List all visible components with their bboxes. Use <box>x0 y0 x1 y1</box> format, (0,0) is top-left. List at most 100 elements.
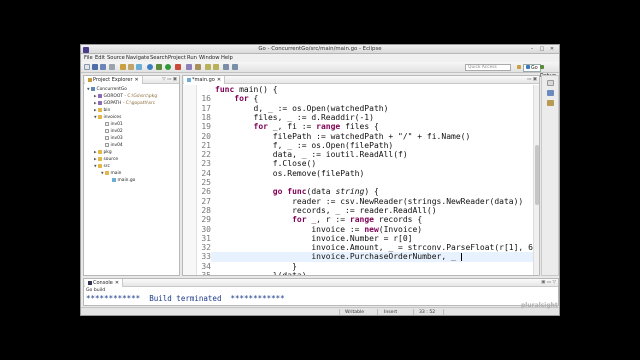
tree-item[interactable]: ▶ bin <box>94 107 110 114</box>
print-icon[interactable] <box>109 64 115 70</box>
code-editor[interactable]: *main.go ✕ ▭ ▣ func main() {16 for {17 d,… <box>182 75 540 276</box>
code-line[interactable]: for { <box>215 94 258 103</box>
tab-main-go[interactable]: *main.go ✕ <box>184 76 226 84</box>
forward-icon[interactable] <box>232 64 238 70</box>
new-project-icon[interactable] <box>128 64 134 70</box>
code-line[interactable]: invoice.Amount, _ = strconv.ParseFloat(r… <box>215 243 539 252</box>
open-type-icon[interactable] <box>195 64 201 70</box>
console-header: Console ✕ ▣ ▭ ▽ <box>84 279 558 287</box>
new-icon[interactable] <box>84 64 90 70</box>
new-file-icon[interactable] <box>136 64 142 70</box>
code-line[interactable]: go func(data string) { <box>215 187 379 196</box>
close-icon[interactable]: ✕ <box>135 77 139 83</box>
maximize-button[interactable]: □ <box>537 46 547 53</box>
minimize-button[interactable]: – <box>527 46 537 53</box>
save-icon[interactable] <box>92 64 98 70</box>
menu-edit[interactable]: Edit <box>95 55 105 61</box>
console-output: ************ Build terminated **********… <box>86 294 285 303</box>
code-text: reader := csv.NewReader(strings.NewReade… <box>215 196 524 206</box>
folder-icon <box>105 170 109 175</box>
code-text: (Invoice) <box>378 224 423 234</box>
tree-item[interactable]: ▶ pkg <box>94 149 112 156</box>
code-line[interactable]: f, _ := os.Open(filePath) <box>215 141 393 150</box>
menu-window[interactable]: Window <box>199 55 219 61</box>
tree-item-label: bin <box>103 108 111 113</box>
code-text: { <box>248 94 259 104</box>
menu-help[interactable]: Help <box>221 55 233 61</box>
code-line[interactable]: invoice := new(Invoice) <box>215 225 422 234</box>
code-line[interactable]: filePath := watchedPath + "/" + fi.Name(… <box>215 132 470 141</box>
close-icon[interactable]: ✕ <box>115 280 119 286</box>
annotation-prev-icon[interactable] <box>213 64 219 70</box>
tab-project-explorer[interactable]: Project Explorer ✕ <box>85 76 143 84</box>
code-line[interactable]: d, _ := os.Open(watchedPath) <box>215 104 389 113</box>
close-button[interactable]: ✕ <box>547 46 557 53</box>
tree-item[interactable]: inv01 <box>101 121 123 128</box>
menu-search[interactable]: Search <box>150 55 168 61</box>
line-number: 24 <box>201 168 211 178</box>
project-explorer: Project Explorer ✕ ▽ ▭ ▣ ▼ ConcurrentGo ▶ GO… <box>83 75 180 276</box>
save-all-icon[interactable] <box>100 64 106 70</box>
view-menu-icon[interactable]: ▽ ▭ ▣ <box>162 77 177 82</box>
code-line[interactable]: files, _ := d.Readdir(-1) <box>215 113 374 122</box>
close-icon[interactable]: ✕ <box>217 77 221 83</box>
tree-item[interactable]: ▶ GOPATH - C:\gopath\src <box>94 100 155 107</box>
menu-source[interactable]: Source <box>107 55 125 61</box>
console-toolbar-icons[interactable]: ▣ ▭ ▽ <box>541 280 556 285</box>
restore-icon[interactable] <box>547 80 554 86</box>
open-perspective-icon[interactable] <box>514 64 522 72</box>
editor-max-icon[interactable]: ▭ ▣ <box>527 77 537 82</box>
tree-item[interactable]: ▼ main <box>101 170 121 177</box>
quick-access-input[interactable]: Quick Access <box>465 64 511 71</box>
menu-run[interactable]: Run <box>187 55 197 61</box>
code-line[interactable]: invoice.PurchaseOrderNumber, _ <box>215 252 461 261</box>
tree-item[interactable]: main.go <box>108 177 135 184</box>
menu-project[interactable]: Project <box>168 55 186 61</box>
run-external-icon[interactable] <box>175 64 181 70</box>
code-line[interactable]: data, _ := ioutil.ReadAll(f) <box>215 150 408 159</box>
tree-item-label: pkg <box>103 150 112 155</box>
tree-item[interactable]: ▶ GOROOT - C:\Go\src\pkg <box>94 93 157 100</box>
code-line[interactable]: }(data) <box>215 271 307 275</box>
code-line[interactable]: } <box>215 262 297 271</box>
tree-item[interactable]: ▼ invoices <box>94 114 121 121</box>
skip-breakpoints-icon[interactable] <box>147 64 153 70</box>
folder-icon <box>98 107 102 112</box>
annotation-next-icon[interactable] <box>205 64 211 70</box>
code-line[interactable]: for _, fi := range files { <box>215 122 379 131</box>
code-line[interactable]: for _, r := range records { <box>215 215 422 224</box>
code-line[interactable]: records, _ := reader.ReadAll() <box>215 206 437 215</box>
file-icon <box>105 121 109 126</box>
tree-item[interactable]: inv04 <box>101 142 123 149</box>
debug-icon[interactable] <box>156 64 162 70</box>
menu-file[interactable]: File <box>84 55 93 61</box>
editor-scroll-thumb[interactable] <box>535 145 539 205</box>
line-number: 21 <box>201 140 211 150</box>
tree-item[interactable]: ▼ src <box>94 163 110 170</box>
status-separator <box>339 309 340 315</box>
run-icon[interactable] <box>165 64 171 70</box>
code-area[interactable]: func main() {16 for {17 d, _ := os.Open(… <box>183 85 539 275</box>
back-icon[interactable] <box>223 64 229 70</box>
perspective-debug[interactable]: Debug <box>537 64 559 79</box>
line-number: 25 <box>201 178 211 187</box>
build-icon[interactable] <box>120 64 126 70</box>
code-line[interactable]: f.Close() <box>215 159 316 168</box>
code-text: files { <box>340 122 379 132</box>
tree-item[interactable]: ▶ source <box>94 156 118 163</box>
search-icon[interactable] <box>186 64 192 70</box>
code-line[interactable]: reader := csv.NewReader(strings.NewReade… <box>215 197 523 206</box>
task-list-icon[interactable] <box>547 100 554 106</box>
editor-scrollbar[interactable] <box>533 85 539 275</box>
tree-item[interactable]: inv03 <box>101 135 123 142</box>
outline-icon[interactable] <box>547 90 554 96</box>
tab-console[interactable]: Console ✕ <box>85 279 124 287</box>
code-line[interactable]: os.Remove(filePath) <box>215 169 365 178</box>
menu-navigate[interactable]: Navigate <box>126 55 149 61</box>
code-line[interactable]: invoice.Number = r[0] <box>215 234 412 243</box>
tree-item[interactable]: ▼ ConcurrentGo <box>87 86 127 93</box>
line-number: 20 <box>201 131 211 141</box>
code-line[interactable]: func main() { <box>215 85 278 94</box>
tree-item[interactable]: inv02 <box>101 128 123 135</box>
